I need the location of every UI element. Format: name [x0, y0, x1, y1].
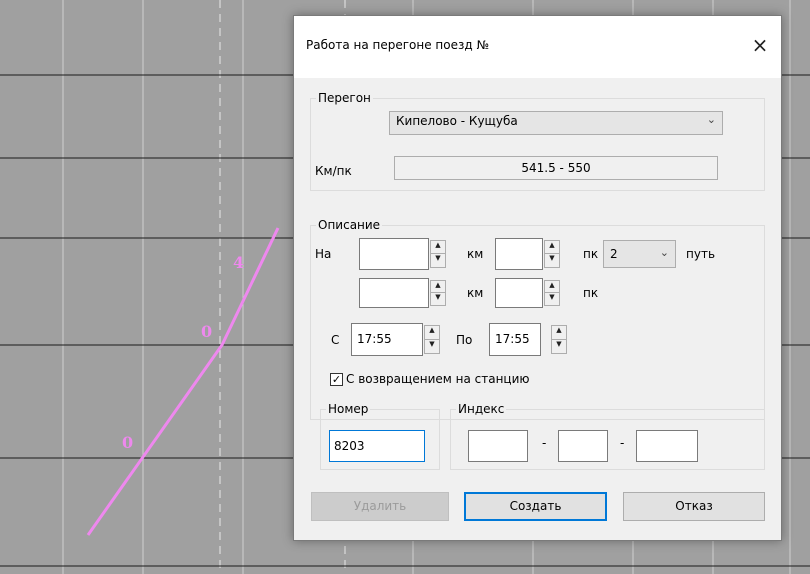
- return-label: С возвращением на станцию: [346, 372, 530, 386]
- km-label: км: [467, 247, 484, 261]
- dialog-title: Работа на перегоне поезд №: [306, 38, 489, 52]
- po-time-input[interactable]: 17:55: [489, 323, 541, 356]
- put-select[interactable]: 2 ⌄: [603, 240, 676, 268]
- index-separator: -: [620, 436, 625, 450]
- second-km-spinner[interactable]: ▲ ▼: [430, 280, 446, 306]
- put-selected-value: 2: [610, 247, 618, 261]
- chevron-down-icon: ⌄: [659, 246, 669, 259]
- index-separator: -: [542, 436, 547, 450]
- delete-button[interactable]: Удалить: [311, 492, 449, 521]
- pk-label-2: пк: [583, 286, 599, 300]
- na-pk-input[interactable]: [495, 238, 543, 270]
- po-label: По: [456, 333, 473, 347]
- return-checkbox[interactable]: ✓: [330, 373, 343, 386]
- na-km-input[interactable]: [359, 238, 429, 270]
- close-icon[interactable]: ×: [749, 34, 771, 56]
- peregon-selected-value: Кипелово - Кущуба: [396, 114, 518, 128]
- index-legend: Индекс: [458, 402, 505, 416]
- opisanie-legend: Описание: [318, 218, 381, 232]
- km-pk-field: 541.5 - 550: [394, 156, 718, 180]
- s-label: С: [331, 333, 340, 347]
- nomer-legend: Номер: [328, 402, 369, 416]
- second-km-input[interactable]: [359, 278, 429, 308]
- na-pk-spinner[interactable]: ▲ ▼: [544, 240, 560, 268]
- km-label-2: км: [467, 286, 484, 300]
- graph-label: 4: [233, 253, 244, 272]
- chevron-down-icon: ⌄: [706, 113, 716, 126]
- index-part3-input[interactable]: [636, 430, 698, 462]
- create-button[interactable]: Создать: [464, 492, 607, 521]
- cancel-button[interactable]: Отказ: [623, 492, 765, 521]
- second-pk-input[interactable]: [495, 278, 543, 308]
- graph-label: 0: [122, 433, 133, 452]
- s-time-spinner[interactable]: ▲ ▼: [424, 325, 440, 354]
- second-pk-spinner[interactable]: ▲ ▼: [544, 280, 560, 306]
- po-time-spinner[interactable]: ▲ ▼: [551, 325, 567, 354]
- na-label: На: [315, 247, 332, 261]
- peregon-select[interactable]: Кипелово - Кущуба ⌄: [389, 111, 723, 135]
- put-label: путь: [686, 247, 716, 261]
- nomer-input[interactable]: 8203: [329, 430, 425, 462]
- pk-label: пк: [583, 247, 599, 261]
- train-path-line: [86, 227, 280, 536]
- km-pk-label: Км/пк: [315, 164, 352, 178]
- s-time-input[interactable]: 17:55: [351, 323, 423, 356]
- index-part1-input[interactable]: [468, 430, 528, 462]
- na-km-spinner[interactable]: ▲ ▼: [430, 240, 446, 268]
- peregon-legend: Перегон: [318, 91, 371, 105]
- graph-label: 0: [201, 322, 212, 341]
- work-on-stretch-dialog: Работа на перегоне поезд № × Перегон Кип…: [293, 15, 782, 541]
- dialog-titlebar: Работа на перегоне поезд № ×: [294, 16, 781, 78]
- index-part2-input[interactable]: [558, 430, 608, 462]
